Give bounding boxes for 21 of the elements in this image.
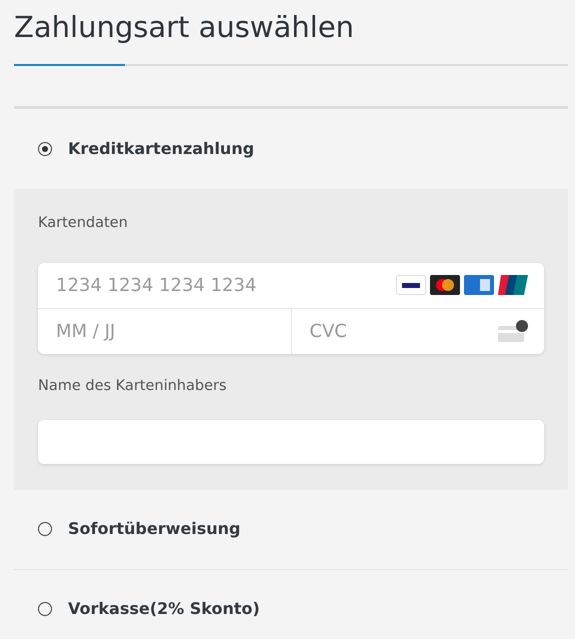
radio-button[interactable] xyxy=(38,602,52,616)
card-brand-icon xyxy=(464,275,494,296)
card-brand-icon xyxy=(396,275,426,296)
payment-option[interactable]: Sofortüberweisung xyxy=(14,490,568,570)
payment-option[interactable]: Vorkasse(2% Skonto) xyxy=(14,570,568,639)
radio-button[interactable] xyxy=(38,522,52,536)
input-field[interactable] xyxy=(38,420,544,464)
page-title: Zahlungsart auswählen xyxy=(14,9,356,46)
payment-option[interactable]: Kreditkartenzahlung xyxy=(14,109,568,189)
field-label: Kartendaten xyxy=(38,214,129,233)
option-label: Kreditkartenzahlung xyxy=(68,138,254,160)
option-label: Vorkasse(2% Skonto) xyxy=(68,598,260,620)
input-field[interactable]: CVC xyxy=(308,316,498,346)
input-field[interactable]: MM / JJ xyxy=(54,316,274,346)
field-label: Name des Karteninhabers xyxy=(38,376,228,396)
card-brand-icon xyxy=(498,275,528,296)
cvc-card-icon xyxy=(498,320,528,342)
radio-button[interactable] xyxy=(38,142,52,156)
option-label: Sofortüberweisung xyxy=(68,518,240,540)
input-field[interactable]: 1234 1234 1234 1234 xyxy=(54,270,396,300)
card-brand-icon xyxy=(430,275,460,296)
